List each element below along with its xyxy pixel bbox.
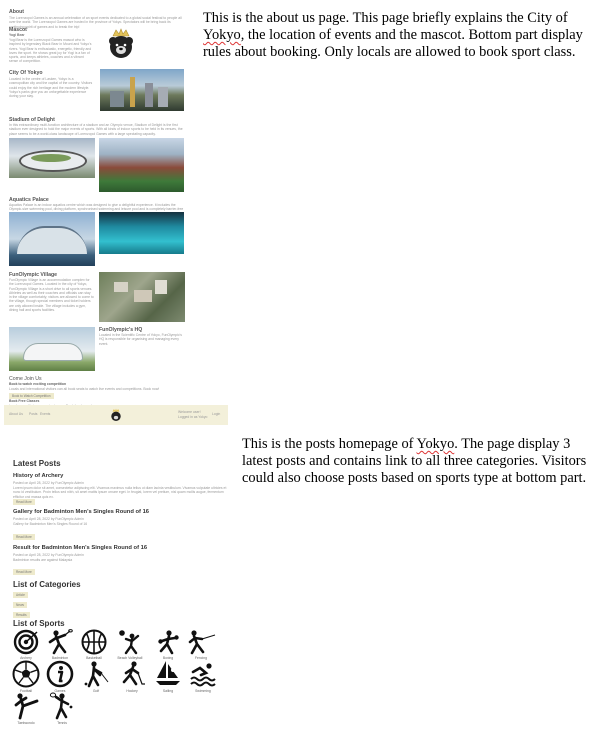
post-1-excerpt: Lorem ipsum dolor sit amet, consectetur …	[13, 486, 227, 499]
about-desc-city: Yokyo	[203, 27, 241, 43]
fencing-icon	[188, 630, 216, 655]
sport-label: Sailing	[162, 689, 174, 693]
aquatics-photo-exterior	[9, 212, 95, 266]
hq-building-photo	[9, 327, 95, 371]
booking-class-subheading: Book Free Classes	[9, 399, 40, 403]
archery-icon	[13, 629, 39, 655]
sport-games[interactable]: Games	[43, 660, 77, 693]
mascot-bear-logo	[109, 28, 133, 58]
village-text: FunOlympic Village is an accommodation c…	[9, 278, 94, 313]
sport-football[interactable]: Football	[9, 660, 43, 693]
category-article[interactable]: Article	[13, 592, 28, 598]
nav-about-link[interactable]: About Us	[9, 412, 23, 416]
swimming-icon	[190, 663, 216, 687]
posts-page-description: This is the posts homepage of Yokyo. The…	[242, 436, 604, 487]
sport-label: Swimming	[195, 689, 211, 693]
sport-taekwondo[interactable]: Taekwondo	[9, 692, 43, 725]
stadium-photo-interior	[99, 138, 184, 192]
tennis-icon	[49, 692, 73, 720]
sport-hockey[interactable]: Hockey	[115, 660, 149, 693]
sport-label: Hockey	[126, 689, 138, 693]
post-3-read-more[interactable]: Read More	[13, 569, 35, 575]
boxing-icon	[158, 630, 179, 655]
sport-basketball[interactable]: Basketball	[77, 629, 111, 660]
sport-archery[interactable]: Archery	[9, 629, 43, 660]
golf-icon	[84, 661, 109, 688]
category-news[interactable]: News	[13, 602, 27, 608]
post-2-read-more[interactable]: Read More	[13, 534, 35, 540]
post-2-excerpt: Gallery for Badminton Men's Singles Roun…	[13, 522, 88, 526]
mascot-name: Yogi Bear	[9, 33, 25, 37]
post-2-title[interactable]: Gallery for Badminton Men's Singles Roun…	[13, 509, 149, 515]
aquatics-photo-pool	[99, 212, 184, 254]
mascot-text: Yogi Bear is the Lorenzopol Games mascot…	[9, 38, 92, 64]
info-icon	[46, 660, 74, 688]
hockey-icon	[122, 661, 145, 686]
sport-swimming[interactable]: Swimming	[186, 660, 220, 693]
about-intro: The Lorenzopol Games is an annual celebr…	[9, 16, 182, 29]
beach-volleyball-icon	[119, 630, 140, 655]
sport-fencing[interactable]: Fencing	[184, 629, 218, 660]
nav-bear-logo[interactable]	[110, 408, 122, 422]
about-title: About	[9, 9, 24, 15]
village-aerial-photo	[99, 272, 185, 322]
hq-text: Located in the Scientific Centre of Yoky…	[99, 333, 183, 346]
football-icon	[12, 660, 40, 688]
post-3-meta: Posted on April 28, 2022 by FunOlympic A…	[13, 553, 84, 557]
sport-badminton[interactable]: Badminton	[43, 629, 77, 660]
post-3-title[interactable]: Result for Badminton Men's Singles Round…	[13, 545, 147, 551]
city-text: Located in the centre of Lasken, Yokyo i…	[9, 77, 93, 99]
nav-login-link[interactable]: Login	[212, 412, 220, 416]
sport-label: Taekwondo	[17, 721, 35, 725]
posts-desc-text-1: This is the posts homepage of	[242, 436, 417, 452]
taekwondo-icon	[14, 693, 39, 720]
post-2-meta: Posted on April 28, 2022 by FunOlympic A…	[13, 517, 84, 521]
latest-posts-heading: Latest Posts	[13, 459, 61, 468]
sport-label: Tennis	[57, 721, 67, 725]
post-1-read-more[interactable]: Read More	[13, 499, 35, 505]
nav-posts-link[interactable]: Posts	[29, 412, 37, 416]
sport-boxing[interactable]: Boxing	[151, 629, 185, 660]
booking-watch-subheading: Book to watch exciting competition	[9, 382, 67, 386]
nav-events-link[interactable]: Events	[40, 412, 50, 416]
post-1-title[interactable]: History of Archery	[13, 473, 63, 479]
sport-beach-volleyball[interactable]: Beach Volleyball	[113, 629, 147, 660]
badminton-icon	[48, 629, 73, 655]
categories-heading: List of Categories	[13, 580, 81, 589]
posts-desc-city: Yokyo	[416, 436, 455, 452]
sport-tennis[interactable]: Tennis	[45, 692, 79, 725]
basketball-icon	[81, 629, 107, 655]
about-desc-text-1: This is the about us page. This page bri…	[203, 10, 568, 26]
city-heading: City Of Yokyo	[9, 70, 43, 76]
sailing-icon	[156, 661, 180, 685]
booking-watch-text: Locals and international visitors can al…	[9, 387, 160, 391]
stadium-text: In this extraordinary multi-function arc…	[9, 123, 183, 136]
sport-golf[interactable]: Golf	[79, 660, 113, 693]
stadium-photo-exterior	[9, 138, 95, 178]
post-1-meta: Posted on April 28, 2022 by FunOlympic A…	[13, 481, 84, 485]
sport-sailing[interactable]: Sailing	[151, 660, 185, 693]
city-skyline-photo	[100, 69, 184, 111]
sports-heading: List of Sports	[13, 619, 65, 628]
category-results[interactable]: Results	[13, 612, 30, 618]
nav-welcome-text: Welcome user!	[178, 410, 201, 414]
sport-label: Golf	[92, 689, 100, 693]
post-3-excerpt: Badminton results are against Malaysia	[13, 558, 73, 562]
about-desc-text-2: , the location of events and the mascot.…	[203, 27, 583, 60]
about-page-description: This is the about us page. This page bri…	[203, 10, 598, 61]
nav-logged-in-text: Logged in as Yokyo	[178, 415, 208, 419]
